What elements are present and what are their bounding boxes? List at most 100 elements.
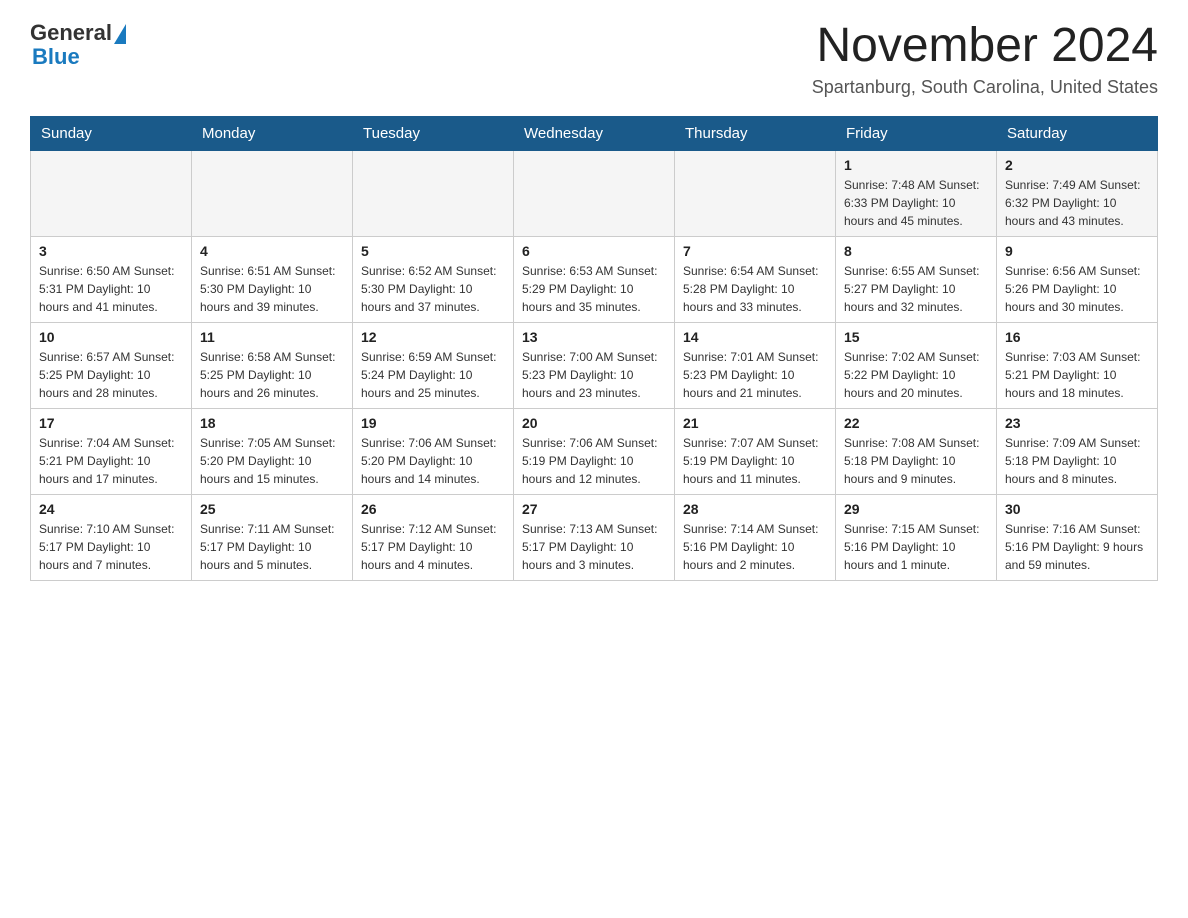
calendar-cell: 9Sunrise: 6:56 AM Sunset: 5:26 PM Daylig…: [997, 236, 1158, 322]
day-number: 7: [683, 243, 827, 259]
calendar-cell: 28Sunrise: 7:14 AM Sunset: 5:16 PM Dayli…: [675, 494, 836, 580]
day-number: 22: [844, 415, 988, 431]
day-number: 18: [200, 415, 344, 431]
day-number: 9: [1005, 243, 1149, 259]
day-info: Sunrise: 7:11 AM Sunset: 5:17 PM Dayligh…: [200, 520, 344, 574]
day-info: Sunrise: 7:12 AM Sunset: 5:17 PM Dayligh…: [361, 520, 505, 574]
calendar-header-row: SundayMondayTuesdayWednesdayThursdayFrid…: [31, 116, 1158, 150]
day-number: 16: [1005, 329, 1149, 345]
day-info: Sunrise: 6:52 AM Sunset: 5:30 PM Dayligh…: [361, 262, 505, 316]
day-number: 15: [844, 329, 988, 345]
calendar-cell: 18 Sunrise: 7:05 AM Sunset: 5:20 PM Dayli…: [192, 408, 353, 494]
day-number: 13: [522, 329, 666, 345]
day-number: 12: [361, 329, 505, 345]
day-number: 8: [844, 243, 988, 259]
day-info: Sunrise: 6:54 AM Sunset: 5:28 PM Dayligh…: [683, 262, 827, 316]
calendar-day-header: Saturday: [997, 116, 1158, 150]
day-number: 1: [844, 157, 988, 173]
logo: General Blue: [30, 20, 126, 70]
calendar-cell: 3 Sunrise: 6:50 AM Sunset: 5:31 PM Daylig…: [31, 236, 192, 322]
day-number: 25: [200, 501, 344, 517]
calendar-cell: 29 Sunrise: 7:15 AM Sunset: 5:16 PM Dayli…: [836, 494, 997, 580]
calendar-cell: [192, 150, 353, 236]
calendar-week-row: 17Sunrise: 7:04 AM Sunset: 5:21 PM Dayli…: [31, 408, 1158, 494]
day-info: Sunrise: 7:08 AM Sunset: 5:18 PM Dayligh…: [844, 434, 988, 488]
header: General Blue November 2024 Spartanburg, …: [30, 20, 1158, 98]
day-info: Sunrise: 6:50 AM Sunset: 5:31 PM Dayligh…: [39, 262, 183, 316]
calendar-week-row: 1 Sunrise: 7:48 AM Sunset: 6:33 PM Daylig…: [31, 150, 1158, 236]
day-info: Sunrise: 7:06 AM Sunset: 5:19 PM Dayligh…: [522, 434, 666, 488]
title-area: November 2024 Spartanburg, South Carolin…: [812, 20, 1158, 98]
day-info: Sunrise: 7:03 AM Sunset: 5:21 PM Dayligh…: [1005, 348, 1149, 402]
logo-general-text: General: [30, 20, 112, 46]
day-info: Sunrise: 7:02 AM Sunset: 5:22 PM Dayligh…: [844, 348, 988, 402]
day-number: 21: [683, 415, 827, 431]
calendar-week-row: 24 Sunrise: 7:10 AM Sunset: 5:17 PM Dayli…: [31, 494, 1158, 580]
day-number: 19: [361, 415, 505, 431]
day-number: 30: [1005, 501, 1149, 517]
day-number: 4: [200, 243, 344, 259]
calendar-cell: 11Sunrise: 6:58 AM Sunset: 5:25 PM Dayli…: [192, 322, 353, 408]
calendar-cell: 6 Sunrise: 6:53 AM Sunset: 5:29 PM Daylig…: [514, 236, 675, 322]
day-info: Sunrise: 7:05 AM Sunset: 5:20 PM Dayligh…: [200, 434, 344, 488]
day-info: Sunrise: 6:57 AM Sunset: 5:25 PM Dayligh…: [39, 348, 183, 402]
calendar-cell: 14 Sunrise: 7:01 AM Sunset: 5:23 PM Dayli…: [675, 322, 836, 408]
day-info: Sunrise: 7:10 AM Sunset: 5:17 PM Dayligh…: [39, 520, 183, 574]
location: Spartanburg, South Carolina, United Stat…: [812, 77, 1158, 98]
day-info: Sunrise: 7:09 AM Sunset: 5:18 PM Dayligh…: [1005, 434, 1149, 488]
calendar-cell: 8 Sunrise: 6:55 AM Sunset: 5:27 PM Daylig…: [836, 236, 997, 322]
day-number: 14: [683, 329, 827, 345]
calendar-table: SundayMondayTuesdayWednesdayThursdayFrid…: [30, 116, 1158, 581]
day-number: 28: [683, 501, 827, 517]
calendar-cell: 10Sunrise: 6:57 AM Sunset: 5:25 PM Dayli…: [31, 322, 192, 408]
day-number: 27: [522, 501, 666, 517]
logo-blue-text: Blue: [30, 44, 80, 70]
calendar-cell: 4 Sunrise: 6:51 AM Sunset: 5:30 PM Daylig…: [192, 236, 353, 322]
day-info: Sunrise: 7:15 AM Sunset: 5:16 PM Dayligh…: [844, 520, 988, 574]
day-number: 20: [522, 415, 666, 431]
day-info: Sunrise: 7:48 AM Sunset: 6:33 PM Dayligh…: [844, 176, 988, 230]
calendar-day-header: Thursday: [675, 116, 836, 150]
day-number: 5: [361, 243, 505, 259]
calendar-cell: [31, 150, 192, 236]
calendar-cell: 15 Sunrise: 7:02 AM Sunset: 5:22 PM Dayli…: [836, 322, 997, 408]
calendar-cell: 23 Sunrise: 7:09 AM Sunset: 5:18 PM Dayli…: [997, 408, 1158, 494]
day-info: Sunrise: 7:16 AM Sunset: 5:16 PM Dayligh…: [1005, 520, 1149, 574]
day-number: 23: [1005, 415, 1149, 431]
day-number: 6: [522, 243, 666, 259]
day-number: 11: [200, 329, 344, 345]
day-number: 17: [39, 415, 183, 431]
day-info: Sunrise: 6:55 AM Sunset: 5:27 PM Dayligh…: [844, 262, 988, 316]
day-number: 29: [844, 501, 988, 517]
calendar-cell: 20 Sunrise: 7:06 AM Sunset: 5:19 PM Dayli…: [514, 408, 675, 494]
calendar-cell: 22 Sunrise: 7:08 AM Sunset: 5:18 PM Dayli…: [836, 408, 997, 494]
calendar-cell: 21 Sunrise: 7:07 AM Sunset: 5:19 PM Dayli…: [675, 408, 836, 494]
calendar-cell: 27 Sunrise: 7:13 AM Sunset: 5:17 PM Dayli…: [514, 494, 675, 580]
day-number: 26: [361, 501, 505, 517]
calendar-cell: 7 Sunrise: 6:54 AM Sunset: 5:28 PM Daylig…: [675, 236, 836, 322]
calendar-cell: 24 Sunrise: 7:10 AM Sunset: 5:17 PM Dayli…: [31, 494, 192, 580]
calendar-cell: 16 Sunrise: 7:03 AM Sunset: 5:21 PM Dayli…: [997, 322, 1158, 408]
calendar-cell: 13 Sunrise: 7:00 AM Sunset: 5:23 PM Dayli…: [514, 322, 675, 408]
day-info: Sunrise: 6:51 AM Sunset: 5:30 PM Dayligh…: [200, 262, 344, 316]
month-title: November 2024: [812, 20, 1158, 73]
calendar-cell: [675, 150, 836, 236]
calendar-cell: [514, 150, 675, 236]
calendar-cell: 5 Sunrise: 6:52 AM Sunset: 5:30 PM Daylig…: [353, 236, 514, 322]
day-number: 3: [39, 243, 183, 259]
calendar-cell: [353, 150, 514, 236]
day-info: Sunrise: 6:53 AM Sunset: 5:29 PM Dayligh…: [522, 262, 666, 316]
day-info: Sunrise: 7:01 AM Sunset: 5:23 PM Dayligh…: [683, 348, 827, 402]
day-info: Sunrise: 7:07 AM Sunset: 5:19 PM Dayligh…: [683, 434, 827, 488]
calendar-cell: 26 Sunrise: 7:12 AM Sunset: 5:17 PM Dayli…: [353, 494, 514, 580]
day-info: Sunrise: 7:00 AM Sunset: 5:23 PM Dayligh…: [522, 348, 666, 402]
day-info: Sunrise: 7:13 AM Sunset: 5:17 PM Dayligh…: [522, 520, 666, 574]
calendar-cell: 25 Sunrise: 7:11 AM Sunset: 5:17 PM Dayli…: [192, 494, 353, 580]
calendar-day-header: Tuesday: [353, 116, 514, 150]
calendar-day-header: Monday: [192, 116, 353, 150]
calendar-cell: 12Sunrise: 6:59 AM Sunset: 5:24 PM Dayli…: [353, 322, 514, 408]
day-number: 24: [39, 501, 183, 517]
calendar-cell: 2Sunrise: 7:49 AM Sunset: 6:32 PM Daylig…: [997, 150, 1158, 236]
calendar-cell: 17Sunrise: 7:04 AM Sunset: 5:21 PM Dayli…: [31, 408, 192, 494]
calendar-day-header: Wednesday: [514, 116, 675, 150]
